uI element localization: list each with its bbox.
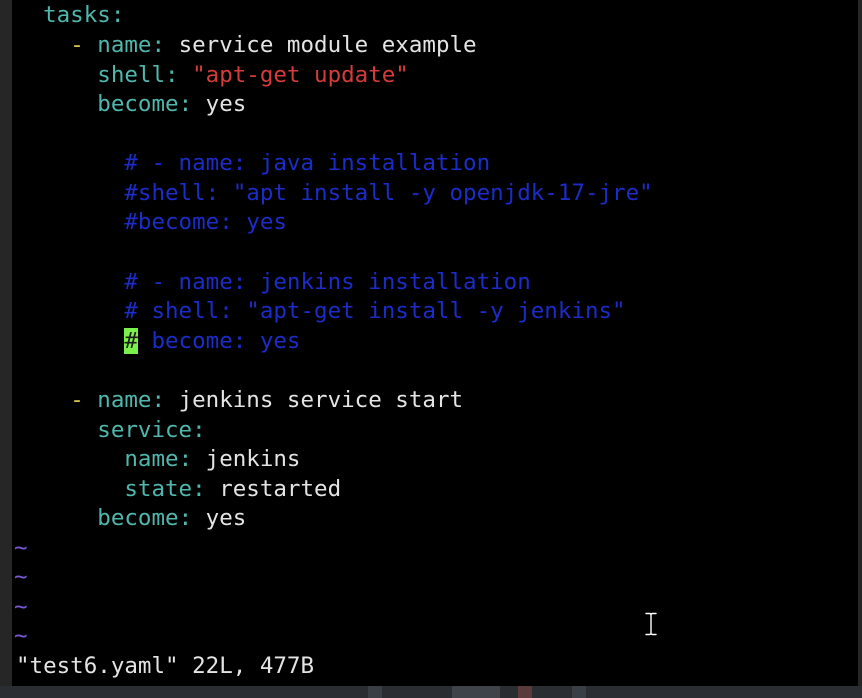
yaml-value: jenkins <box>205 446 301 472</box>
yaml-comment: # shell: "apt-get install -y jenkins" <box>124 298 626 324</box>
editor-line: become: yes <box>97 505 247 531</box>
yaml-list-dash: - <box>70 32 98 58</box>
taskbar-item[interactable] <box>572 686 586 698</box>
empty-line-tilde: ~ <box>14 594 28 620</box>
yaml-key: become <box>97 505 179 531</box>
taskbar-item[interactable] <box>518 686 532 698</box>
yaml-key: service <box>97 417 193 443</box>
text-cursor[interactable]: # <box>124 328 138 354</box>
yaml-key: name <box>97 32 152 58</box>
empty-line-tilde: ~ <box>14 623 28 649</box>
yaml-key: name <box>124 446 179 472</box>
editor-comment-line: # shell: "apt-get install -y jenkins" <box>16 296 626 326</box>
empty-line-tilde: ~ <box>14 564 28 590</box>
yaml-value: jenkins service start <box>178 387 464 413</box>
yaml-comment: #shell: "apt install -y openjdk-17-jre" <box>124 180 653 206</box>
editor-comment-line: # - name: jenkins installation <box>16 267 531 297</box>
yaml-key: shell <box>97 62 166 88</box>
vim-status-line: "test6.yaml" 22L, 477B <box>16 653 315 679</box>
terminal-vim-editor[interactable]: tasks: - name: service module example sh… <box>12 0 858 686</box>
yaml-key: become <box>97 91 179 117</box>
empty-line-tilde: ~ <box>14 535 28 561</box>
yaml-value: yes <box>205 91 247 117</box>
editor-line: - name: jenkins service start <box>70 387 464 413</box>
editor-comment-line: # become: yes <box>16 326 300 356</box>
taskbar <box>0 686 862 698</box>
yaml-value: yes <box>205 505 247 531</box>
yaml-list-dash: - <box>70 387 98 413</box>
taskbar-item[interactable] <box>368 686 382 698</box>
editor-comment-line: # - name: java installation <box>16 148 490 178</box>
editor-line: tasks: <box>43 2 125 28</box>
yaml-value: restarted <box>219 476 342 502</box>
text-ibeam-icon <box>644 612 658 636</box>
taskbar-item-active[interactable] <box>452 686 500 698</box>
editor-line: state: restarted <box>124 476 342 502</box>
window-right-edge <box>858 0 862 686</box>
editor-line: - name: service module example <box>70 32 477 58</box>
yaml-comment: become: yes <box>137 328 301 354</box>
editor-comment-line: #shell: "apt install -y openjdk-17-jre" <box>16 178 653 208</box>
yaml-key: name <box>97 387 152 413</box>
editor-line: name: jenkins <box>124 446 301 472</box>
yaml-comment: # - name: java installation <box>124 150 491 176</box>
window-left-edge <box>0 0 12 686</box>
editor-comment-line: #become: yes <box>16 207 287 237</box>
editor-line: service: <box>97 417 206 443</box>
editor-line: become: yes <box>97 91 247 117</box>
yaml-string: "apt-get update" <box>192 62 409 88</box>
yaml-comment: # - name: jenkins installation <box>124 269 531 295</box>
screen: tasks: - name: service module example sh… <box>0 0 862 698</box>
yaml-key: state <box>124 476 193 502</box>
yaml-key: tasks <box>43 2 111 28</box>
editor-line: shell: "apt-get update" <box>97 62 409 88</box>
yaml-comment: #become: yes <box>124 209 287 235</box>
yaml-value: service module example <box>178 32 477 58</box>
